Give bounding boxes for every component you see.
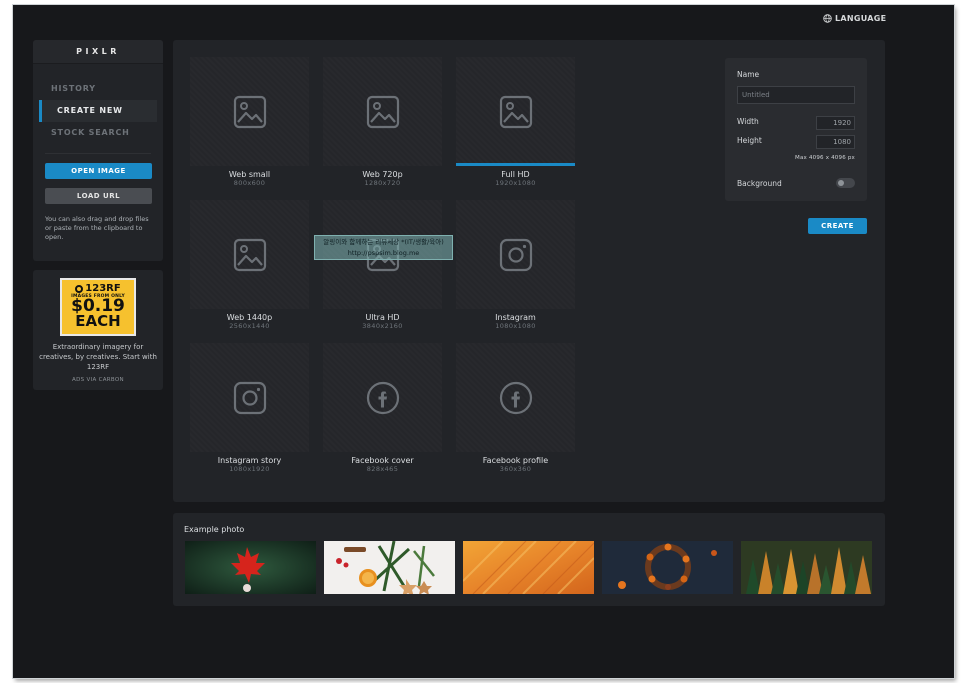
- selected-indicator: [456, 163, 575, 166]
- template-web-small[interactable]: Web small 800x600: [190, 57, 309, 187]
- width-label: Width: [737, 117, 759, 126]
- image-icon: [499, 95, 532, 128]
- template-size: 360x360: [499, 465, 532, 473]
- example-photo-maple-leaf[interactable]: [185, 541, 316, 594]
- drag-drop-hint: You can also drag and drop files or past…: [45, 215, 149, 241]
- max-size-note: Max 4096 x 4096 px: [795, 155, 855, 161]
- template-name: Full HD: [501, 170, 530, 179]
- ad-tagline[interactable]: Extraordinary imagery for creatives, by …: [37, 342, 159, 372]
- divider: [45, 153, 151, 154]
- template-thumb: [190, 343, 309, 452]
- name-input[interactable]: Untitled: [737, 86, 855, 104]
- language-selector[interactable]: LANGUAGE: [823, 14, 886, 23]
- instagram-icon: [233, 381, 266, 414]
- template-full-hd[interactable]: Full HD 1920x1080: [456, 57, 575, 187]
- load-url-button[interactable]: LOAD URL: [45, 188, 152, 204]
- app-window: LANGUAGE PIXLR HISTORY CREATE NEW STOCK …: [13, 5, 954, 678]
- template-instagram-story[interactable]: Instagram story 1080x1920: [190, 343, 309, 473]
- image-icon: [233, 95, 266, 128]
- app-logo: PIXLR: [33, 40, 163, 64]
- image-icon: [366, 95, 399, 128]
- template-panel: Web small 800x600 Web 720p 1280x720 Full…: [173, 40, 885, 502]
- template-thumb: [456, 57, 575, 166]
- template-name: Instagram story: [217, 456, 282, 465]
- height-input[interactable]: 1080: [816, 135, 855, 149]
- template-size: 1080x1920: [229, 465, 270, 473]
- globe-icon: [823, 14, 832, 23]
- language-label: LANGUAGE: [835, 14, 887, 23]
- template-name: Web small: [228, 170, 271, 179]
- sidebar: PIXLR HISTORY CREATE NEW STOCK SEARCH OP…: [33, 40, 163, 261]
- example-photo-orange-texture[interactable]: [463, 541, 594, 594]
- template-name: Instagram: [495, 313, 536, 322]
- template-facebook-profile[interactable]: Facebook profile 360x360: [456, 343, 575, 473]
- ad-banner[interactable]: 123RF IMAGES FROM ONLY $0.19 EACH: [60, 278, 136, 336]
- template-thumb: [190, 57, 309, 166]
- instagram-icon: [499, 238, 532, 271]
- template-size: 1920x1080: [495, 179, 536, 187]
- facebook-icon: [366, 381, 399, 414]
- sidebar-nav: HISTORY CREATE NEW STOCK SEARCH: [33, 78, 163, 144]
- template-thumb: [323, 343, 442, 452]
- template-web-720p[interactable]: Web 720p 1280x720: [323, 57, 442, 187]
- template-name: Facebook profile: [482, 456, 549, 465]
- facebook-icon: [499, 381, 532, 414]
- template-web-1440p[interactable]: Web 1440p 2560x1440: [190, 200, 309, 330]
- example-photo-title: Example photo: [184, 525, 245, 534]
- ad-each: EACH: [75, 312, 121, 330]
- background-toggle[interactable]: [836, 178, 855, 188]
- camera-icon: [75, 284, 84, 293]
- template-size: 3840x2160: [362, 322, 403, 330]
- sidebar-item-history[interactable]: HISTORY: [33, 78, 163, 100]
- template-name: Ultra HD: [365, 313, 400, 322]
- template-thumb: [456, 343, 575, 452]
- template-ultra-hd[interactable]: Ultra HD 3840x2160: [323, 200, 442, 330]
- example-photo-christmas-spices[interactable]: [324, 541, 455, 594]
- open-image-button[interactable]: OPEN IMAGE: [45, 163, 152, 179]
- template-size: 828x465: [366, 465, 399, 473]
- example-photo-autumn-wreath[interactable]: [602, 541, 733, 594]
- template-facebook-cover[interactable]: Facebook cover 828x465: [323, 343, 442, 473]
- template-name: Web 720p: [362, 170, 403, 179]
- template-thumb: [323, 57, 442, 166]
- width-input[interactable]: 1920: [816, 116, 855, 130]
- template-size: 1080x1080: [495, 322, 536, 330]
- template-name: Web 1440p: [226, 313, 273, 322]
- blog-watermark: 알링이와 함께하는 리뷰세상 *(IT/생활/육아) http://pspsim…: [314, 235, 453, 260]
- template-thumb: [456, 200, 575, 309]
- name-label: Name: [737, 70, 760, 79]
- image-icon: [233, 238, 266, 271]
- sidebar-item-stock-search[interactable]: STOCK SEARCH: [33, 122, 163, 144]
- template-size: 2560x1440: [229, 322, 270, 330]
- background-label: Background: [737, 179, 782, 188]
- ad-via-carbon[interactable]: ADS VIA CARBON: [33, 377, 163, 383]
- ad-panel[interactable]: 123RF IMAGES FROM ONLY $0.19 EACH Extrao…: [33, 270, 163, 390]
- height-label: Height: [737, 136, 762, 145]
- template-size: 1280x720: [364, 179, 401, 187]
- canvas-properties: Name Untitled Width 1920 Height 1080 Max…: [725, 58, 867, 201]
- ad-brand-logo: 123RF: [62, 283, 134, 294]
- sidebar-item-create-new[interactable]: CREATE NEW: [39, 100, 157, 122]
- template-thumb: [190, 200, 309, 309]
- example-photo-autumn-forest[interactable]: [741, 541, 872, 594]
- template-instagram[interactable]: Instagram 1080x1080: [456, 200, 575, 330]
- template-size: 800x600: [233, 179, 266, 187]
- create-button[interactable]: CREATE: [808, 218, 867, 234]
- template-name: Facebook cover: [351, 456, 414, 465]
- example-photos-panel: Example photo: [173, 513, 885, 606]
